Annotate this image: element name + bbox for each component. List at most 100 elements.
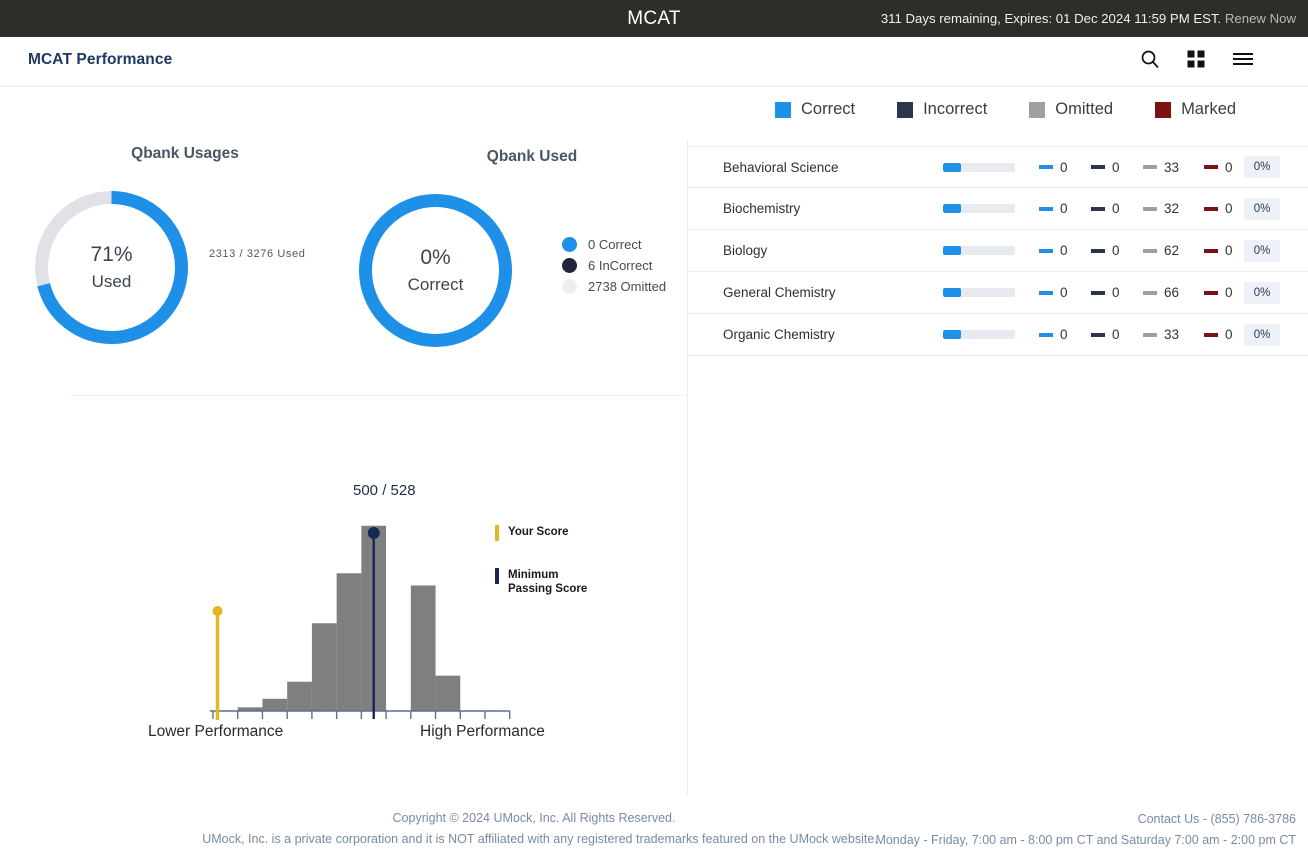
footer-copyright: Copyright © 2024 UMock, Inc. All Rights … bbox=[392, 811, 676, 825]
header-icon-group bbox=[1140, 49, 1253, 69]
qbank-used-title: Qbank Used bbox=[486, 148, 578, 165]
progress-bar-fill bbox=[943, 330, 961, 339]
progress-bar-fill bbox=[943, 288, 961, 297]
correct-dash-icon bbox=[1039, 290, 1053, 295]
qbank-used-donut-svg bbox=[359, 194, 512, 347]
grid-icon[interactable] bbox=[1186, 49, 1206, 69]
chart-legend-label-minimum-passing: Minimum Passing Score bbox=[508, 569, 588, 596]
legend-item-omitted: Omitted bbox=[1029, 100, 1113, 119]
omitted-count: 33 bbox=[1164, 159, 1180, 175]
subject-name: General Chemistry bbox=[723, 285, 836, 300]
marked-stat: 0 bbox=[1204, 160, 1233, 175]
chart-legend-your-score: Your Score bbox=[495, 525, 569, 541]
qbank-legend-item-correct: 0 Correct bbox=[562, 234, 666, 255]
marked-stat: 0 bbox=[1204, 243, 1233, 258]
correct-count: 0 bbox=[1060, 201, 1068, 216]
correct-dash-icon bbox=[1039, 206, 1053, 211]
correct-dash-icon bbox=[1039, 332, 1053, 337]
incorrect-dash-icon bbox=[1091, 206, 1105, 211]
incorrect-count: 0 bbox=[1112, 159, 1120, 175]
table-row[interactable]: Biology 0 0 62 0 0% bbox=[687, 230, 1308, 272]
omitted-count: 32 bbox=[1164, 201, 1180, 216]
marked-count: 0 bbox=[1225, 243, 1233, 258]
correct-dot-icon bbox=[562, 237, 577, 252]
incorrect-swatch-icon bbox=[897, 101, 914, 118]
renew-now-link[interactable]: Renew Now bbox=[1225, 11, 1296, 26]
footer-hours: Monday - Friday, 7:00 am - 8:00 pm CT an… bbox=[875, 833, 1296, 847]
correct-count: 0 bbox=[1060, 285, 1068, 300]
correct-stat: 0 bbox=[1039, 201, 1068, 216]
subject-name: Organic Chemistry bbox=[723, 327, 835, 342]
incorrect-stat: 0 bbox=[1091, 327, 1120, 342]
qbank-used-donut: 0% Correct bbox=[356, 191, 515, 350]
footer-contact[interactable]: Contact Us - (855) 786-3786 bbox=[1138, 812, 1296, 826]
correct-count: 0 bbox=[1060, 243, 1068, 258]
incorrect-dash-icon bbox=[1091, 332, 1105, 337]
qbank-legend-item-incorrect: 6 InCorrect bbox=[562, 255, 666, 276]
correct-stat: 0 bbox=[1039, 327, 1068, 342]
correct-stat: 0 bbox=[1039, 160, 1068, 175]
marked-dash-icon bbox=[1204, 206, 1218, 211]
omitted-dash-icon bbox=[1143, 165, 1157, 169]
qbank-usages-note: 2313 / 3276 Used bbox=[209, 248, 306, 260]
correct-swatch-icon bbox=[775, 101, 791, 118]
omitted-dash-icon bbox=[1143, 206, 1157, 211]
chart-legend-minimum-passing: Minimum Passing Score bbox=[495, 568, 587, 597]
qbank-legend-label-incorrect: 6 InCorrect bbox=[588, 258, 653, 273]
omitted-count: 66 bbox=[1164, 285, 1180, 300]
table-row[interactable]: Behavioral Science 0 0 33 0 0% bbox=[687, 146, 1308, 188]
table-row[interactable]: Biochemistry 0 0 32 0 0% bbox=[687, 188, 1308, 230]
marked-dash-icon bbox=[1204, 165, 1218, 169]
mcat-performance-page: MCAT 311 Days remaining, Expires: 01 Dec… bbox=[0, 0, 1308, 858]
legend-label-incorrect: Incorrect bbox=[923, 100, 988, 118]
subject-name: Biochemistry bbox=[723, 201, 801, 216]
correct-count: 0 bbox=[1060, 159, 1068, 175]
incorrect-stat: 0 bbox=[1091, 201, 1120, 216]
qbank-legend-item-omitted: 2738 Omitted bbox=[562, 276, 666, 297]
your-score-marker-dot bbox=[212, 606, 223, 616]
status-legend: Correct Incorrect Omitted Marked bbox=[775, 100, 1278, 119]
score-percent-badge: 0% bbox=[1244, 281, 1280, 304]
score-distribution-svg bbox=[210, 525, 511, 720]
legend-item-incorrect: Incorrect bbox=[897, 100, 987, 119]
omitted-dash-icon bbox=[1143, 248, 1157, 253]
correct-stat: 0 bbox=[1039, 285, 1068, 300]
progress-bar-fill bbox=[943, 246, 961, 255]
omitted-dot-icon bbox=[562, 279, 577, 294]
legend-item-marked: Marked bbox=[1155, 100, 1236, 119]
page-footer: Copyright © 2024 UMock, Inc. All Rights … bbox=[0, 800, 1308, 858]
top-bar: MCAT 311 Days remaining, Expires: 01 Dec… bbox=[0, 0, 1308, 37]
incorrect-dash-icon bbox=[1091, 165, 1105, 169]
chart-legend-label-your-score: Your Score bbox=[508, 526, 569, 538]
progress-bar bbox=[943, 162, 1015, 172]
incorrect-stat: 0 bbox=[1091, 243, 1120, 258]
omitted-stat: 62 bbox=[1143, 243, 1179, 258]
table-row[interactable]: General Chemistry 0 0 66 0 0% bbox=[687, 272, 1308, 314]
progress-bar bbox=[943, 246, 1015, 255]
legend-item-correct: Correct bbox=[775, 100, 855, 119]
hamburger-menu-icon[interactable] bbox=[1232, 49, 1253, 69]
left-section-divider bbox=[70, 395, 688, 396]
legend-label-correct: Correct bbox=[801, 100, 856, 118]
correct-dash-icon bbox=[1039, 248, 1053, 253]
page-title: MCAT Performance bbox=[28, 51, 173, 68]
correct-dash-icon bbox=[1039, 165, 1053, 169]
progress-bar bbox=[943, 288, 1015, 297]
marked-stat: 0 bbox=[1204, 285, 1233, 300]
table-row[interactable]: Organic Chemistry 0 0 33 0 0% bbox=[687, 314, 1308, 356]
omitted-stat: 33 bbox=[1143, 160, 1179, 175]
search-icon[interactable] bbox=[1140, 49, 1160, 69]
histogram-bar bbox=[287, 681, 312, 711]
incorrect-count: 0 bbox=[1112, 327, 1120, 342]
subject-name: Behavioral Science bbox=[723, 159, 839, 175]
omitted-dash-icon bbox=[1143, 290, 1157, 295]
progress-bar-fill bbox=[943, 204, 961, 213]
expiry-text: 311 Days remaining, Expires: 01 Dec 2024… bbox=[880, 11, 1222, 26]
progress-bar-fill bbox=[943, 162, 961, 172]
marked-count: 0 bbox=[1225, 327, 1233, 342]
marked-stat: 0 bbox=[1204, 201, 1233, 216]
incorrect-dot-icon bbox=[562, 258, 577, 273]
incorrect-count: 0 bbox=[1112, 201, 1120, 216]
score-percent-badge: 0% bbox=[1244, 323, 1280, 346]
marked-count: 0 bbox=[1225, 285, 1233, 300]
